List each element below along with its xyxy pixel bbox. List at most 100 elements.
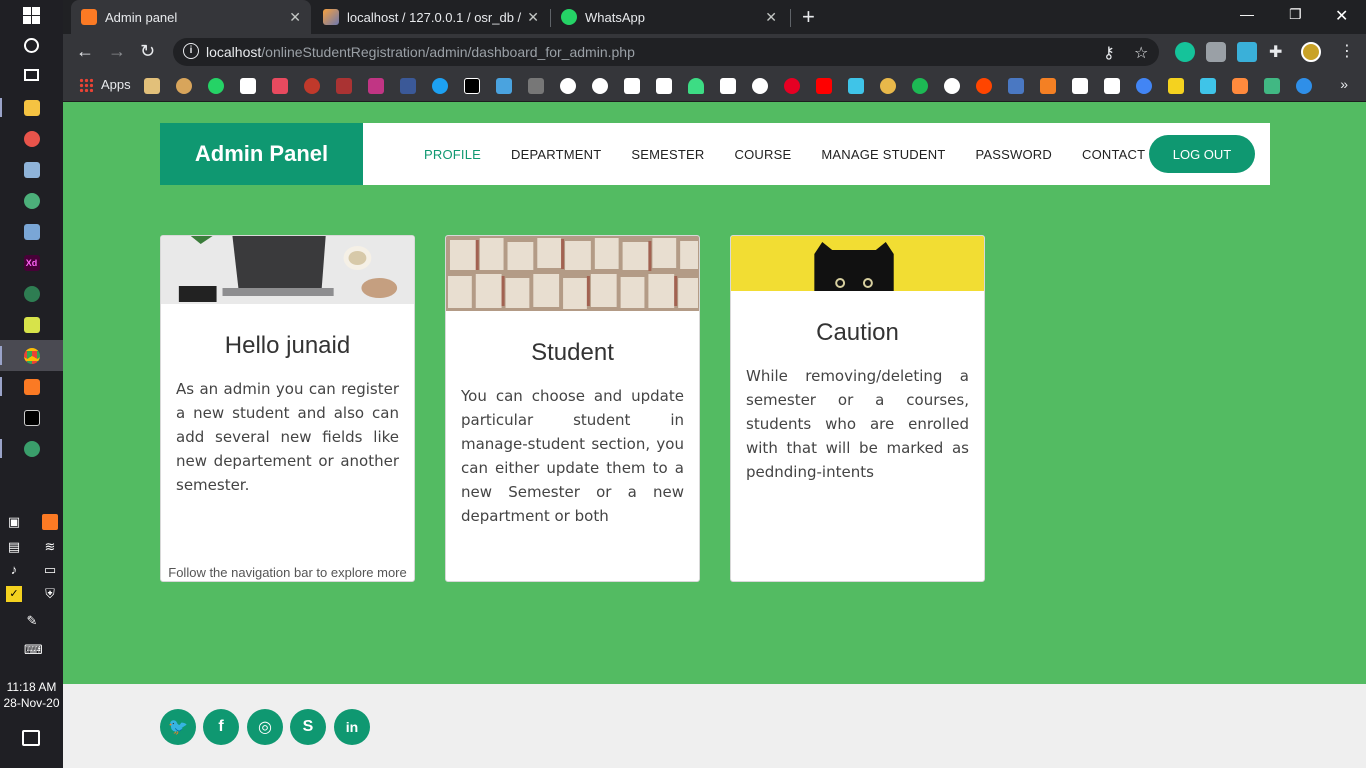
tray-xampp-icon[interactable] <box>42 514 58 530</box>
bookmark-18-icon[interactable] <box>752 78 768 94</box>
tray-network-adapter-icon[interactable]: ▤ <box>6 539 22 555</box>
bookmark-wix-icon[interactable] <box>720 78 736 94</box>
bookmark-2-icon[interactable] <box>176 78 192 94</box>
cmd-icon[interactable] <box>0 402 63 433</box>
security-shield-icon[interactable]: ⛨ <box>42 586 58 602</box>
bookmark-11-icon[interactable] <box>528 78 544 94</box>
linkedin-icon[interactable]: in <box>334 709 370 745</box>
nav-department[interactable]: DEPARTMENT <box>511 147 601 162</box>
photos-icon[interactable] <box>0 154 63 185</box>
bookmark-26-icon[interactable] <box>1008 78 1024 94</box>
badge-icon[interactable] <box>0 278 63 309</box>
forward-button[interactable]: → <box>108 41 126 62</box>
bookmark-31-icon[interactable] <box>1168 78 1184 94</box>
bookmark-32-icon[interactable] <box>1200 78 1216 94</box>
url-text[interactable]: localhost/onlineStudentRegistration/admi… <box>206 44 635 60</box>
taskbar-clock[interactable]: 11:18 AM 28-Nov-20 <box>0 679 63 711</box>
bookmark-google-icon[interactable] <box>944 78 960 94</box>
bookmark-whatsapp-icon[interactable] <box>208 78 224 94</box>
task-view-icon[interactable] <box>0 59 63 90</box>
camera-extension-icon[interactable] <box>1206 42 1226 62</box>
extensions-puzzle-icon[interactable]: ✚ <box>1269 42 1289 62</box>
reload-button[interactable]: ↻ <box>140 41 155 62</box>
close-tab-icon[interactable]: ✕ <box>527 9 539 26</box>
tab-phpmyadmin[interactable]: localhost / 127.0.0.1 / osr_db / ad ✕ <box>313 0 549 34</box>
nav-manage-student[interactable]: MANAGE STUDENT <box>821 147 945 162</box>
bookmark-35-icon[interactable] <box>1296 78 1312 94</box>
bookmark-apps[interactable]: Apps <box>79 77 131 92</box>
profile-avatar[interactable] <box>1301 42 1321 62</box>
bookmark-twitter-icon[interactable] <box>432 78 448 94</box>
bookmark-instagram-icon[interactable] <box>368 78 384 94</box>
close-window-button[interactable]: ✕ <box>1335 6 1348 26</box>
close-tab-icon[interactable]: ✕ <box>289 9 301 26</box>
tray-check-icon[interactable]: ✓ <box>6 586 22 602</box>
nav-password[interactable]: PASSWORD <box>976 147 1052 162</box>
bookmark-github-icon[interactable] <box>592 78 608 94</box>
bookmark-22-icon[interactable] <box>880 78 896 94</box>
brand-logo[interactable]: Admin Panel <box>160 123 363 185</box>
bookmark-android-icon[interactable] <box>688 78 704 94</box>
chrome-taskbar-icon[interactable] <box>0 340 63 371</box>
back-button[interactable]: ← <box>76 41 94 62</box>
bookmark-15-icon[interactable] <box>656 78 672 94</box>
adobe-xd-icon[interactable]: Xd <box>0 247 63 278</box>
nav-contact[interactable]: CONTACT <box>1082 147 1145 162</box>
bookmark-4-icon[interactable] <box>240 78 256 94</box>
tab-whatsapp[interactable]: WhatsApp ✕ <box>551 0 787 34</box>
instagram-icon[interactable]: ◎ <box>247 709 283 745</box>
bookmark-pinterest-icon[interactable] <box>784 78 800 94</box>
logout-button[interactable]: LOG OUT <box>1149 135 1255 173</box>
bookmark-6-icon[interactable] <box>304 78 320 94</box>
action-center-icon[interactable] <box>22 730 40 746</box>
facebook-icon[interactable]: f <box>203 709 239 745</box>
bookmark-10-icon[interactable] <box>496 78 512 94</box>
bookmark-14-icon[interactable] <box>624 78 640 94</box>
bookmark-spotify-icon[interactable] <box>912 78 928 94</box>
nav-profile[interactable]: PROFILE <box>424 147 481 162</box>
cortana-circle-icon[interactable] <box>0 30 63 61</box>
address-bar[interactable]: i localhost/onlineStudentRegistration/ad… <box>173 38 1159 66</box>
bookmark-1-icon[interactable] <box>144 78 160 94</box>
app-green-icon[interactable] <box>0 185 63 216</box>
keyboard-icon[interactable]: ⌨ <box>24 642 43 658</box>
bookmark-12-icon[interactable] <box>560 78 576 94</box>
skype-icon[interactable]: S <box>290 709 326 745</box>
nav-semester[interactable]: SEMESTER <box>631 147 704 162</box>
bookmark-facebook-icon[interactable] <box>400 78 416 94</box>
wifi-icon[interactable]: ≋ <box>42 539 58 555</box>
bookmark-stackoverflow-icon[interactable] <box>1040 78 1056 94</box>
paint-icon[interactable] <box>0 123 63 154</box>
bookmarks-more-icon[interactable]: » <box>1340 76 1348 92</box>
bookmark-33-icon[interactable] <box>1232 78 1248 94</box>
bookmark-reddit-icon[interactable] <box>976 78 992 94</box>
twitter-icon[interactable]: 🐦 <box>160 709 196 745</box>
site-info-icon[interactable]: i <box>183 43 199 59</box>
restore-button[interactable]: ❐ <box>1289 6 1302 23</box>
nav-course[interactable]: COURSE <box>735 147 792 162</box>
bookmark-medium-icon[interactable] <box>1104 78 1120 94</box>
minimize-button[interactable]: — <box>1240 6 1254 22</box>
tray-monitor-icon[interactable]: ▣ <box>6 514 22 530</box>
bookmark-5-icon[interactable] <box>272 78 288 94</box>
tab-admin-panel[interactable]: Admin panel ✕ <box>71 0 311 34</box>
bookmark-vue-icon[interactable] <box>1264 78 1280 94</box>
pen-icon[interactable]: ✎ <box>24 613 40 629</box>
bookmark-7-icon[interactable] <box>336 78 352 94</box>
key-icon[interactable]: ⚷ <box>1103 43 1115 63</box>
notepad-icon[interactable] <box>0 216 63 247</box>
bookmark-28-icon[interactable] <box>1072 78 1088 94</box>
windows-start-icon[interactable] <box>0 0 63 31</box>
bookmark-30-icon[interactable] <box>1136 78 1152 94</box>
bookmark-youtube-icon[interactable] <box>816 78 832 94</box>
n-extension-icon[interactable] <box>1237 42 1257 62</box>
battery-icon[interactable]: ▭ <box>42 562 58 578</box>
file-explorer-icon[interactable] <box>0 92 63 123</box>
bookmark-9-icon[interactable] <box>464 78 480 94</box>
close-tab-icon[interactable]: ✕ <box>765 9 777 26</box>
menu-kebab-icon[interactable]: ⋮ <box>1339 41 1355 61</box>
volume-icon[interactable]: ♪ <box>6 562 22 578</box>
app-globe-icon[interactable] <box>0 433 63 464</box>
grammarly-extension-icon[interactable] <box>1175 42 1195 62</box>
bookmark-star-icon[interactable]: ☆ <box>1134 43 1148 63</box>
